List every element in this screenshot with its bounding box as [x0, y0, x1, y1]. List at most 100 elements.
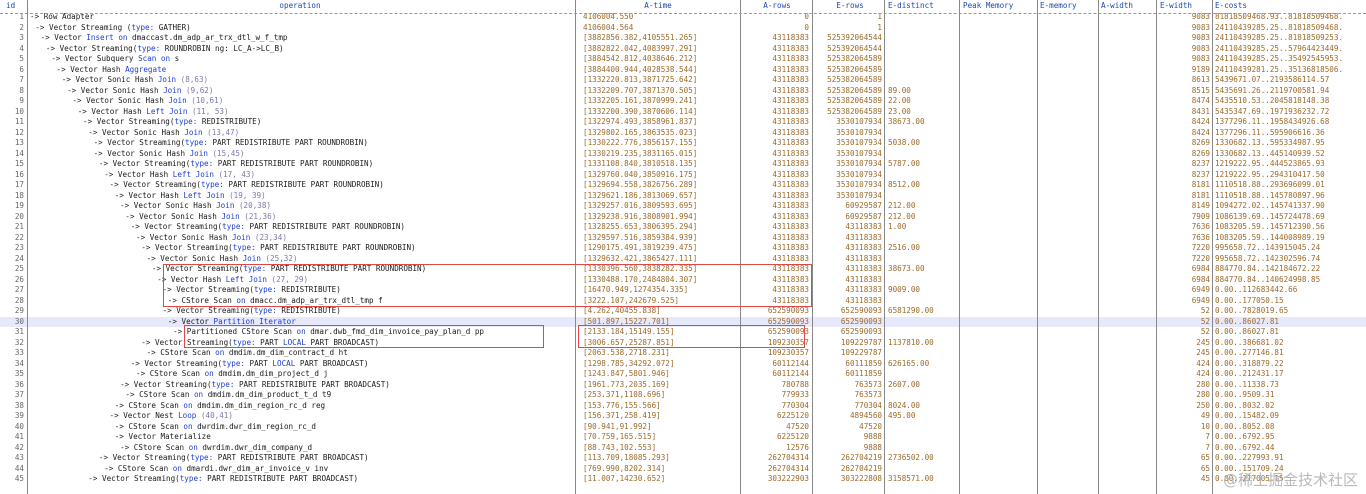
- table-row[interactable]: 19 -> Vector Sonic Hash Join (20,38) [1329…: [0, 201, 1366, 212]
- table-row[interactable]: 45 -> Vector Streaming(type: PART REDISTR…: [0, 474, 1366, 485]
- row-e-width: 6984: [1191, 264, 1210, 273]
- operation-segment: type:: [222, 222, 245, 231]
- row-e-rows: 652590093: [840, 316, 882, 326]
- row-e-rows: 43118383: [845, 232, 882, 242]
- header-e-distinct[interactable]: E-distinct: [888, 0, 958, 12]
- table-row[interactable]: 9 -> Vector Sonic Hash Join (10,61) [13322…: [0, 96, 1366, 107]
- table-row[interactable]: 41 -> Vector Materialize [70.759,165.515] 6…: [0, 432, 1366, 443]
- table-row[interactable]: 43 -> Vector Streaming(type: PART REDISTR…: [0, 453, 1366, 464]
- header-a-rows[interactable]: A-rows: [745, 0, 809, 12]
- table-row[interactable]: 12 -> Vector Sonic Hash Join (13,47) [1329…: [0, 128, 1366, 139]
- operation-segment: -> Vector Streaming(: [141, 337, 233, 347]
- row-a-rows: 43118383: [772, 264, 809, 273]
- operation-segment: -> Vector Hash: [114, 190, 184, 200]
- table-row[interactable]: 25 -> Vector Streaming(type: PART REDISTR…: [0, 264, 1366, 275]
- table-row[interactable]: 27 -> Vector Streaming(type: REDISTRIBUTE…: [0, 285, 1366, 296]
- row-e-distinct: 1.00: [888, 222, 907, 231]
- table-row[interactable]: 29 -> Vector Streaming(type: REDISTRIBUTE…: [0, 306, 1366, 317]
- table-row[interactable]: 10 -> Vector Hash Left Join (11, 53) [1332…: [0, 107, 1366, 118]
- row-e-rows: 3530107934: [836, 138, 882, 147]
- row-e-width: 49: [1200, 411, 1210, 420]
- row-e-width: 7220: [1191, 243, 1210, 252]
- table-row[interactable]: 5 -> Vector Subquery Scan on s [3884542.81…: [0, 54, 1366, 65]
- table-row[interactable]: 32 -> Vector Streaming(type: PART LOCAL P…: [0, 338, 1366, 349]
- row-e-width: 8181: [1191, 180, 1210, 189]
- row-e-rows: 109229787: [840, 348, 882, 357]
- row-a-rows: 43118383: [772, 159, 809, 168]
- table-row[interactable]: 14 -> Vector Sonic Hash Join (15,45) [1330…: [0, 149, 1366, 160]
- table-row[interactable]: 24 -> Vector Sonic Hash Join (25,32) [1329…: [0, 254, 1366, 265]
- header-a-width[interactable]: A-width: [1101, 0, 1157, 12]
- operation-segment: -> CStore Scan: [125, 390, 194, 399]
- table-row[interactable]: 2 -> Vector Streaming (type: GATHER) 41060…: [0, 23, 1366, 34]
- operation-segment: type:: [253, 306, 277, 315]
- operation-segment: REDISTRIBUTE): [197, 117, 262, 126]
- table-row[interactable]: 11 -> Vector Streaming(type: REDISTRIBUTE…: [0, 117, 1366, 128]
- table-row[interactable]: 23 -> Vector Streaming(type: PART REDISTR…: [0, 243, 1366, 254]
- table-row[interactable]: 26 -> Vector Hash Left Join (27, 29) [1330…: [0, 275, 1366, 286]
- table-row[interactable]: 34 -> Vector Streaming(type: PART LOCAL P…: [0, 359, 1366, 370]
- operation-segment: type:: [131, 22, 155, 32]
- row-id: 30: [14, 316, 24, 326]
- row-e-rows: 3530107934: [836, 190, 882, 200]
- table-row[interactable]: 13 -> Vector Streaming(type: PART REDISTR…: [0, 138, 1366, 149]
- table-row[interactable]: 7 -> Vector Sonic Hash Join (8,63) [133222…: [0, 75, 1366, 86]
- row-a-time: [1290175.491,3819239.475]: [583, 243, 698, 252]
- operation-segment: (15,45): [207, 148, 245, 158]
- table-row[interactable]: 31 -> Partitioned CStore Scan on dmar.dwb…: [0, 327, 1366, 338]
- operation-segment: LOCAL: [283, 337, 306, 347]
- table-row[interactable]: 18 -> Vector Hash Left Join (19, 39) [1329…: [0, 191, 1366, 202]
- table-row[interactable]: 6 -> Vector Hash Aggregate [3884400.944,40…: [0, 65, 1366, 76]
- row-id: 41: [14, 432, 24, 441]
- table-row[interactable]: 21 -> Vector Streaming(type: PART REDISTR…: [0, 222, 1366, 233]
- row-a-rows: 6225120: [776, 411, 809, 420]
- row-e-width: 8515: [1191, 85, 1210, 95]
- row-e-costs: 24110439285.25..35492545953.: [1215, 54, 1344, 63]
- table-row[interactable]: 20 -> Vector Sonic Hash Join (21,36) [1329…: [0, 212, 1366, 223]
- row-e-distinct: 5038.00: [888, 138, 921, 147]
- table-row[interactable]: 4 -> Vector Streaming(type: ROUNDROBIN ng…: [0, 44, 1366, 55]
- table-row[interactable]: 42 -> CStore Scan on dwrdim.dwr_dim_compa…: [0, 443, 1366, 454]
- table-row[interactable]: 28 -> CStore Scan on dmacc.dm_adp_ar_trx_…: [0, 296, 1366, 307]
- table-row[interactable]: 22 -> Vector Sonic Hash Join (23,34) [1329…: [0, 233, 1366, 244]
- row-e-width: 9083: [1191, 43, 1210, 53]
- row-a-rows: 43118383: [772, 295, 809, 305]
- header-operation[interactable]: operation: [30, 0, 570, 12]
- table-row[interactable]: 33 -> CStore Scan on dmdim.dm_dim_contrac…: [0, 348, 1366, 359]
- operation-segment: -> Vector Sonic Hash: [88, 127, 185, 137]
- operation-segment: Join: [216, 201, 235, 210]
- table-row[interactable]: 15 -> Vector Streaming(type: PART REDISTR…: [0, 159, 1366, 170]
- header-e-costs[interactable]: E-costs: [1215, 0, 1365, 12]
- row-e-costs: 0.00..386681.02: [1215, 337, 1284, 347]
- table-row[interactable]: 40 -> CStore Scan on dwrdim.dwr_dim_regio…: [0, 422, 1366, 433]
- table-row[interactable]: 30 -> Vector Partition Iterator [501.897,1…: [0, 316, 1366, 327]
- table-row[interactable]: 38 -> CStore Scan on dmdim.dm_dim_region_…: [0, 401, 1366, 412]
- header-e-rows[interactable]: E-rows: [818, 0, 882, 12]
- row-a-time: [3884400.944,4028538.544]: [583, 64, 698, 74]
- header-e-width[interactable]: E-width: [1160, 0, 1210, 12]
- header-peak-memory[interactable]: Peak Memory: [963, 0, 1035, 12]
- row-e-rows: 525382064589: [827, 96, 882, 105]
- row-e-width: 6949: [1191, 285, 1210, 294]
- table-row[interactable]: 16 -> Vector Hash Left Join (17, 43) [1329…: [0, 170, 1366, 181]
- row-e-distinct: 8024.00: [888, 400, 921, 410]
- table-row[interactable]: 36 -> Vector Streaming(type: PART REDISTR…: [0, 380, 1366, 391]
- table-row[interactable]: 17 -> Vector Streaming(type: PART REDISTR…: [0, 180, 1366, 191]
- table-row[interactable]: 39 -> Vector Nest Loop (40,41) [156.371,25…: [0, 411, 1366, 422]
- operation-segment: -> CStore Scan: [136, 369, 205, 378]
- header-e-memory[interactable]: E-memory: [1040, 0, 1096, 12]
- row-id: 3: [19, 33, 24, 42]
- row-id: 2: [19, 22, 24, 32]
- row-e-rows: 60929587: [845, 211, 882, 221]
- row-a-time: [1330488.170,2484804.307]: [583, 274, 698, 284]
- operation-segment: on: [188, 442, 198, 452]
- table-row[interactable]: 44 -> CStore Scan on dmardi.dwr_dim_ar_in…: [0, 464, 1366, 475]
- table-row[interactable]: 37 -> CStore Scan on dmdim.dm_dim_product…: [0, 390, 1366, 401]
- row-e-width: 45: [1200, 474, 1210, 483]
- row-a-rows: 43118383: [772, 127, 809, 137]
- header-a-time[interactable]: A-time: [583, 0, 733, 12]
- table-row[interactable]: 35 -> CStore Scan on dmdim.dm_dim_project…: [0, 369, 1366, 380]
- table-row[interactable]: 8 -> Vector Sonic Hash Join (9,62) [133220…: [0, 86, 1366, 97]
- row-a-time: [88.743,102.553]: [583, 442, 657, 452]
- table-row[interactable]: 3 -> Vector Insert on dmaccast.dm_adp_ar_…: [0, 33, 1366, 44]
